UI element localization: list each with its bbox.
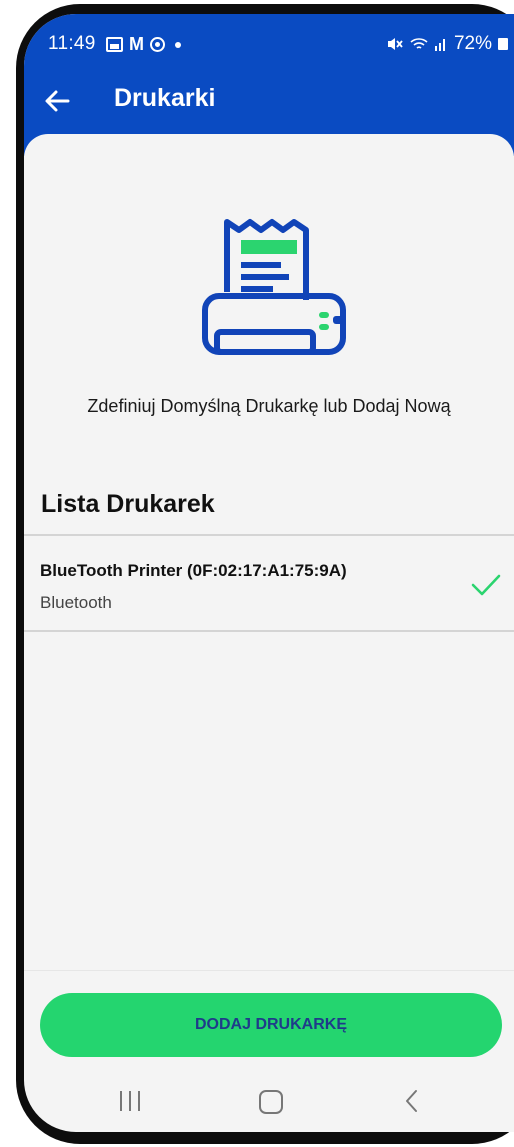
divider-bottom — [24, 630, 514, 632]
receipt-printer-icon — [202, 219, 346, 355]
status-bar: 11:49 M 72% — [24, 30, 514, 60]
wifi-icon — [410, 38, 428, 49]
printer-type: Bluetooth — [40, 593, 112, 612]
printer-list-item[interactable]: BlueTooth Printer (0F:02:17:A1:75:9A) Bl… — [24, 536, 514, 632]
record-icon — [150, 37, 165, 52]
screen: 11:49 M 72% Drukarki Zdefiniuj Domyślną … — [24, 14, 514, 1132]
gallery-icon — [106, 37, 123, 52]
system-nav-bar — [24, 1082, 514, 1132]
subtitle: Zdefiniuj Domyślną Drukarkę lub Dodaj No… — [87, 396, 451, 416]
status-time: 11:49 — [48, 33, 96, 54]
check-icon — [471, 574, 501, 596]
content-card: Zdefiniuj Domyślną Drukarkę lub Dodaj No… — [24, 134, 514, 1054]
back-nav-icon[interactable] — [402, 1088, 422, 1114]
printer-name: BlueTooth Printer (0F:02:17:A1:75:9A) — [40, 561, 347, 580]
add-printer-button[interactable]: DODAJ DRUKARKĘ — [40, 993, 502, 1057]
notification-icons: M — [106, 34, 181, 55]
bottom-separator — [24, 970, 514, 971]
arrow-left-icon[interactable] — [42, 86, 72, 116]
dot-icon — [175, 41, 181, 48]
signal-icon — [434, 39, 445, 51]
battery-icon — [498, 38, 508, 50]
system-icons: 72% — [386, 33, 508, 55]
recent-apps-icon[interactable] — [120, 1091, 142, 1111]
printer-list-title: Lista Drukarek — [41, 490, 215, 518]
home-icon[interactable] — [259, 1090, 283, 1114]
page-title: Drukarki — [114, 84, 216, 112]
mute-icon — [387, 38, 403, 50]
gmail-icon: M — [129, 34, 144, 54]
battery-percent: 72% — [453, 33, 492, 54]
